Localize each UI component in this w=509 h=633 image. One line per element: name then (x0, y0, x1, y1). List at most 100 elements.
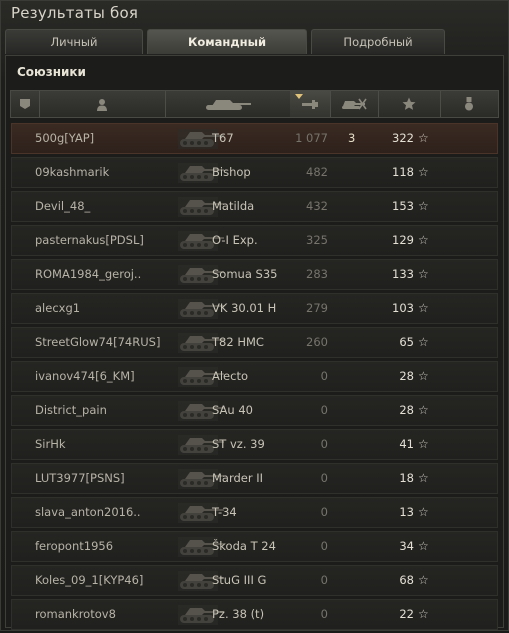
vehicle-name: Matilda (212, 199, 255, 213)
player-row[interactable]: slava_anton2016.. T-34 0 13 ☆ (11, 497, 498, 528)
experience-value: 118 (392, 165, 414, 179)
player-name: District_pain (35, 403, 107, 417)
damage-value: 0 (320, 607, 328, 621)
player-name: romankrotov8 (35, 607, 116, 621)
star-icon: ☆ (418, 607, 429, 621)
player-name: 500g[YAP] (35, 131, 95, 145)
player-name: 09kashmarik (35, 165, 110, 179)
col-player[interactable] (39, 91, 166, 117)
star-icon: ☆ (418, 233, 429, 247)
player-row[interactable]: Koles_09_1[KYP46] StuG III G 0 68 ☆ (11, 565, 498, 596)
damage-value: 432 (306, 199, 328, 213)
col-kills[interactable] (330, 91, 379, 117)
damage-value: 283 (306, 267, 328, 281)
damage-value: 0 (320, 437, 328, 451)
player-name: LUT3977[PSNS] (35, 471, 125, 485)
star-icon: ☆ (418, 437, 429, 451)
experience-value: 103 (392, 301, 414, 315)
column-header-bar (10, 90, 499, 118)
experience-value: 34 (399, 539, 414, 553)
player-row[interactable]: SirHk ST vz. 39 0 41 ☆ (11, 429, 498, 460)
experience-value: 322 (392, 131, 414, 145)
damage-value: 1 077 (295, 131, 328, 145)
experience-value: 68 (399, 573, 414, 587)
team-results-panel: Союзники 500g[YAP] T67 1 077 3 322 ☆ 09k… (5, 55, 504, 630)
player-name: Devil_48_ (35, 199, 91, 213)
star-icon: ☆ (418, 539, 429, 553)
star-icon: ☆ (418, 471, 429, 485)
vehicle-name: T67 (212, 131, 234, 145)
player-name: StreetGlow74[74RUS] (35, 335, 161, 349)
tab-detailed-report[interactable]: Подробный отчёт (311, 29, 445, 74)
player-icon (97, 98, 107, 111)
col-squad[interactable] (11, 91, 40, 117)
damage-value: 0 (320, 403, 328, 417)
squad-icon (20, 99, 30, 109)
player-name: SirHk (35, 437, 66, 451)
damage-value: 0 (320, 471, 328, 485)
player-row[interactable]: feropont1956 Škoda T 24 0 34 ☆ (11, 531, 498, 562)
player-row[interactable]: LUT3977[PSNS] Marder II 0 18 ☆ (11, 463, 498, 494)
window-title: Результаты боя (11, 4, 139, 22)
player-list: 500g[YAP] T67 1 077 3 322 ☆ 09kashmarik … (11, 123, 498, 633)
star-icon: ☆ (418, 199, 429, 213)
damage-value: 325 (306, 233, 328, 247)
results-tabs: Личный результат Командный результат Под… (5, 29, 449, 74)
star-icon: ☆ (418, 301, 429, 315)
damage-value: 482 (306, 165, 328, 179)
kills-icon (342, 98, 367, 110)
damage-value: 0 (320, 505, 328, 519)
star-icon: ☆ (418, 267, 429, 281)
player-row[interactable]: ROMA1984_geroj.. Somua S35 283 133 ☆ (11, 259, 498, 290)
vehicle-name: Marder II (212, 471, 264, 485)
player-row[interactable]: StreetGlow74[74RUS] T82 HMC 260 65 ☆ (11, 327, 498, 358)
tab-team-result[interactable]: Командный результат (147, 29, 307, 74)
star-icon: ☆ (418, 505, 429, 519)
medal-icon (465, 97, 473, 111)
player-row[interactable]: 09kashmarik Bishop 482 118 ☆ (11, 157, 498, 188)
player-row[interactable]: ivanov474[6_KM] Alecto 0 28 ☆ (11, 361, 498, 392)
damage-value: 260 (306, 335, 328, 349)
experience-value: 133 (392, 267, 414, 281)
vehicle-name: Somua S35 (212, 267, 278, 281)
experience-value: 65 (399, 335, 414, 349)
player-row[interactable]: District_pain SAu 40 0 28 ☆ (11, 395, 498, 426)
sort-arrow-icon (295, 94, 303, 99)
vehicle-name: Bishop (212, 165, 251, 179)
experience-value: 13 (399, 505, 414, 519)
experience-value: 18 (399, 471, 414, 485)
player-row[interactable]: Devil_48_ Matilda 432 153 ☆ (11, 191, 498, 222)
team-label-allies: Союзники (17, 65, 86, 79)
col-medals[interactable] (440, 91, 498, 117)
player-name: feropont1956 (35, 539, 114, 553)
vehicle-name: T82 HMC (212, 335, 264, 349)
experience-value: 28 (399, 403, 414, 417)
vehicle-name: VK 30.01 H (212, 301, 277, 315)
damage-value: 279 (306, 301, 328, 315)
damage-value: 0 (320, 369, 328, 383)
col-vehicle[interactable] (165, 91, 291, 117)
star-icon: ☆ (418, 165, 429, 179)
player-row[interactable]: 500g[YAP] T67 1 077 3 322 ☆ (11, 123, 498, 154)
damage-value: 0 (320, 539, 328, 553)
damage-icon (302, 100, 318, 109)
battle-results-window: Результаты боя Личный результат Командны… (0, 0, 509, 631)
experience-value: 28 (399, 369, 414, 383)
player-row[interactable]: pasternakus[PDSL] O-I Exp. 325 129 ☆ (11, 225, 498, 256)
player-name: ivanov474[6_KM] (35, 369, 135, 383)
vehicle-name: Pz. 38 (t) (212, 607, 265, 621)
experience-value: 22 (399, 607, 414, 621)
player-name: ROMA1984_geroj.. (35, 267, 142, 281)
vehicle-name: StuG III G (212, 573, 267, 587)
vehicle-name: O-I Exp. (212, 233, 258, 247)
player-row[interactable]: alecxg1 VK 30.01 H 279 103 ☆ (11, 293, 498, 324)
star-icon: ☆ (418, 369, 429, 383)
col-damage[interactable] (290, 91, 331, 117)
tab-personal-result[interactable]: Личный результат (5, 29, 143, 74)
col-experience[interactable] (378, 91, 441, 117)
vehicle-name: Alecto (212, 369, 249, 383)
player-row[interactable]: romankrotov8 Pz. 38 (t) 0 22 ☆ (11, 599, 498, 630)
experience-value: 153 (392, 199, 414, 213)
experience-value: 41 (399, 437, 414, 451)
player-name: Koles_09_1[KYP46] (35, 573, 144, 587)
